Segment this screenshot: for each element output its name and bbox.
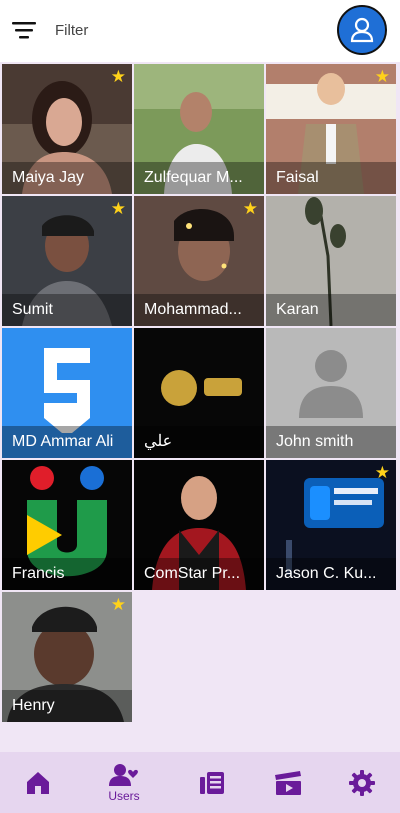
user-name: ComStar Pr... [134,558,264,590]
user-tile[interactable]: Francis [2,460,132,590]
favorite-star-icon: ★ [242,199,258,218]
nav-users[interactable]: Users [89,752,159,813]
user-tile[interactable]: John smith [266,328,396,458]
user-tile[interactable]: Karan [266,196,396,326]
posts-icon [200,771,224,794]
user-tile[interactable]: ComStar Pr... [134,460,264,590]
users-icon [109,764,138,786]
user-name: Karan [266,294,396,326]
user-name: Maiya Jay [2,162,132,194]
user-name: Mohammad... [134,294,264,326]
user-name: علي [134,426,264,458]
favorite-star-icon: ★ [110,199,126,218]
user-name: John smith [266,426,396,458]
favorite-star-icon: ★ [110,595,126,614]
videos-icon [275,770,301,795]
user-tile[interactable]: ★ Maiya Jay [2,64,132,194]
favorite-star-icon: ★ [374,463,390,482]
bottom-nav: Users [0,752,400,813]
user-name: Faisal [266,162,396,194]
nav-posts[interactable] [177,752,247,813]
user-tile[interactable]: ★ Faisal [266,64,396,194]
filter-label[interactable]: Filter [55,22,88,39]
top-bar: Filter [0,0,400,62]
user-name: MD Ammar Ali [2,426,132,458]
favorite-star-icon: ★ [374,67,390,86]
user-tile[interactable]: ★ Mohammad... [134,196,264,326]
nav-home[interactable] [3,752,73,813]
users-grid: ★ Maiya Jay Zulfequar M... ★ Faisal ★ Su… [0,62,400,722]
user-name: Francis [2,558,132,590]
user-tile[interactable]: ★ Sumit [2,196,132,326]
user-tile[interactable]: Zulfequar M... [134,64,264,194]
nav-settings[interactable] [327,752,397,813]
settings-icon [349,769,375,796]
user-tile[interactable]: ★ Henry [2,592,132,722]
filter-icon[interactable] [12,20,36,40]
favorite-star-icon: ★ [110,67,126,86]
user-tile[interactable]: MD Ammar Ali [2,328,132,458]
user-name: Sumit [2,294,132,326]
user-tile[interactable]: ★ Jason C. Ku... [266,460,396,590]
nav-videos[interactable] [253,752,323,813]
user-name: Zulfequar M... [134,162,264,194]
profile-avatar-button[interactable] [337,5,387,55]
user-tile[interactable]: علي [134,328,264,458]
user-name: Henry [2,690,132,722]
home-icon [27,771,49,794]
nav-users-label: Users [108,789,140,803]
user-name: Jason C. Ku... [266,558,396,590]
profile-icon [350,17,374,43]
